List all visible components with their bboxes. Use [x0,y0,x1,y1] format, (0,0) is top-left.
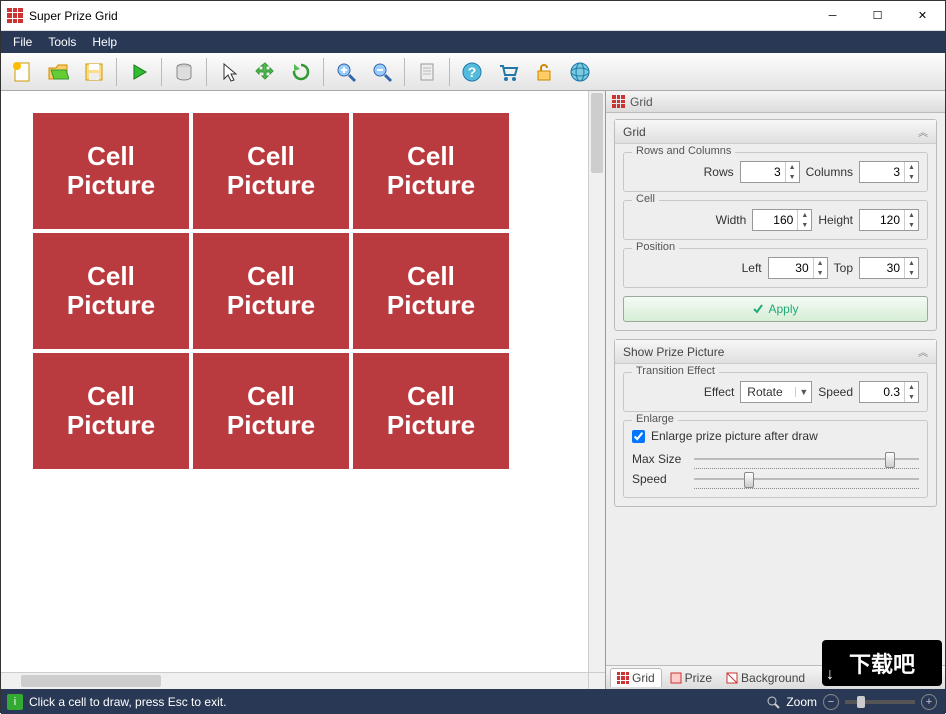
grid-icon [617,672,629,684]
chevron-up-icon: ︽ [918,124,928,139]
grid-cell[interactable]: CellPicture [351,351,511,471]
cursor-button[interactable] [212,56,246,88]
cart-button[interactable] [491,56,525,88]
watermark-logo: ↓ 下载吧 [822,640,942,686]
toolbar: ? [1,53,945,91]
move-button[interactable] [248,56,282,88]
help-button[interactable]: ? [455,56,489,88]
prize-grid: CellPicture CellPicture CellPicture Cell… [31,111,511,471]
zoom-slider[interactable] [845,700,915,704]
speed-input[interactable]: ▲▼ [859,381,919,403]
menu-tools[interactable]: Tools [40,33,84,51]
canvas-hscroll[interactable] [1,673,588,689]
status-text: Click a cell to draw, press Esc to exit. [29,695,226,709]
magnifier-icon [766,695,780,709]
enlarge-speed-slider[interactable] [694,469,919,489]
width-input[interactable]: ▲▼ [752,209,812,231]
close-button[interactable]: ✕ [900,1,945,31]
title-bar: Super Prize Grid ─ ☐ ✕ [1,1,945,31]
zoom-in-button[interactable] [329,56,363,88]
grid-cell[interactable]: CellPicture [31,351,191,471]
grid-cell[interactable]: CellPicture [191,351,351,471]
zoom-out-button[interactable] [365,56,399,88]
grid-cell[interactable]: CellPicture [191,231,351,351]
grid-cell[interactable]: CellPicture [351,231,511,351]
grid-cell[interactable]: CellPicture [31,111,191,231]
section-show-header[interactable]: Show Prize Picture ︽ [615,340,936,364]
window-title: Super Prize Grid [29,9,810,23]
rows-input[interactable]: ▲▼ [740,161,800,183]
grid-cell[interactable]: CellPicture [191,111,351,231]
unlock-button[interactable] [527,56,561,88]
app-icon [7,8,23,24]
grid-cell[interactable]: CellPicture [31,231,191,351]
canvas-vscroll[interactable] [588,91,605,672]
check-icon [752,303,764,315]
play-button[interactable] [122,56,156,88]
zoom-out-button[interactable]: − [823,694,839,710]
panel-title: Grid [630,95,653,109]
status-bar: i Click a cell to draw, press Esc to exi… [1,689,945,714]
prize-icon [670,672,682,684]
panel-header: Grid [606,91,945,113]
background-icon [726,672,738,684]
menu-bar: File Tools Help [1,31,945,53]
svg-text:?: ? [468,64,477,80]
columns-input[interactable]: ▲▼ [859,161,919,183]
page-button[interactable] [410,56,444,88]
section-grid: Grid ︽ Rows and Columns Rows ▲▼ Columns … [614,119,937,331]
menu-file[interactable]: File [5,33,40,51]
rotate-button[interactable] [284,56,318,88]
new-button[interactable] [5,56,39,88]
tab-background[interactable]: Background [720,669,811,687]
database-button[interactable] [167,56,201,88]
properties-panel: Grid Grid ︽ Rows and Columns Rows ▲▼ Col… [605,91,945,689]
grid-icon [612,95,625,108]
info-icon: i [7,694,23,710]
tab-prize[interactable]: Prize [664,669,718,687]
canvas-area: CellPicture CellPicture CellPicture Cell… [1,91,605,689]
zoom-label: Zoom [786,695,817,709]
enlarge-checkbox[interactable] [632,430,645,443]
menu-help[interactable]: Help [84,33,125,51]
maxsize-slider[interactable] [694,449,919,469]
maximize-button[interactable]: ☐ [855,1,900,31]
minimize-button[interactable]: ─ [810,1,855,31]
chevron-up-icon: ︽ [918,344,928,359]
top-input[interactable]: ▲▼ [859,257,919,279]
effect-combo[interactable]: Rotate▼ [740,381,812,403]
section-show-prize: Show Prize Picture ︽ Transition Effect E… [614,339,937,507]
save-button[interactable] [77,56,111,88]
left-input[interactable]: ▲▼ [768,257,828,279]
tab-grid[interactable]: Grid [610,668,662,687]
height-input[interactable]: ▲▼ [859,209,919,231]
apply-button[interactable]: Apply [623,296,928,322]
section-grid-header[interactable]: Grid ︽ [615,120,936,144]
zoom-in-button[interactable]: + [921,694,937,710]
open-button[interactable] [41,56,75,88]
globe-button[interactable] [563,56,597,88]
grid-cell[interactable]: CellPicture [351,111,511,231]
canvas[interactable]: CellPicture CellPicture CellPicture Cell… [1,91,588,672]
